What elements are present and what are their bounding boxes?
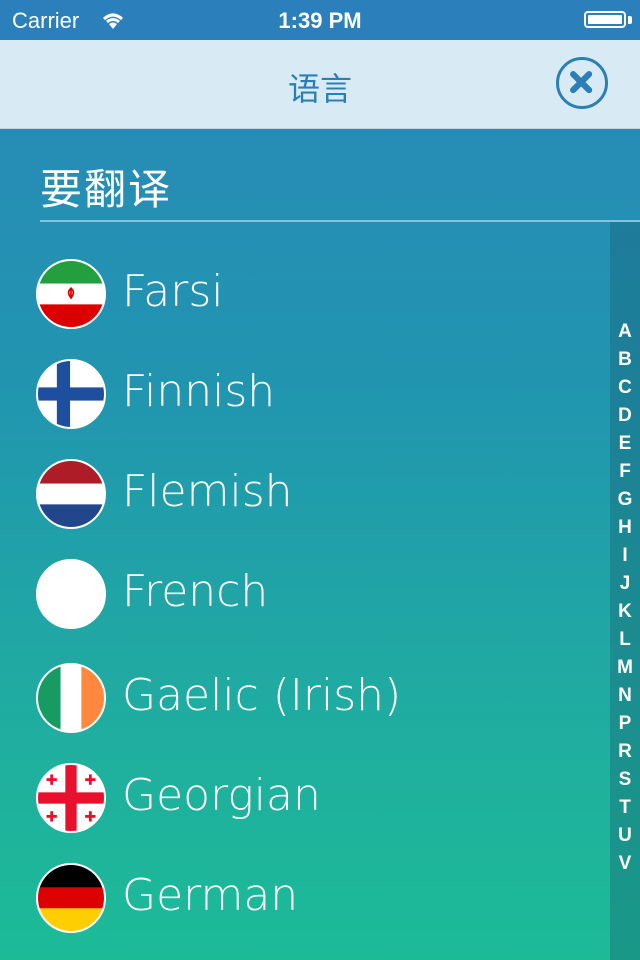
list-item-georgian[interactable]: Georgian (0, 748, 610, 848)
index-letter-t[interactable]: T (610, 794, 640, 822)
index-letter-i[interactable]: I (610, 542, 640, 570)
iran-flag-icon (36, 259, 106, 329)
list-item-label: Gaelic (Irish) (122, 670, 402, 721)
index-letter-d[interactable]: D (610, 402, 640, 430)
status-bar: Carrier 1:39 PM (0, 0, 640, 40)
index-letter-e[interactable]: E (610, 430, 640, 458)
language-list[interactable]: Farsi Finnish Flemish French Gaelic (Iri… (0, 222, 610, 960)
battery-tip (628, 16, 632, 24)
status-time: 1:39 PM (278, 8, 362, 33)
index-letter-f[interactable]: F (610, 458, 640, 486)
index-letter-u[interactable]: U (610, 822, 640, 850)
index-letter-c[interactable]: C (610, 374, 640, 402)
ireland-flag-icon (36, 663, 106, 733)
index-letter-b[interactable]: B (610, 346, 640, 374)
list-item-gaelic[interactable]: Gaelic (Irish) (0, 648, 610, 748)
finland-flag-icon (36, 359, 106, 429)
index-letter-j[interactable]: J (610, 570, 640, 598)
list-item-label: French (122, 566, 269, 617)
list-item-label: Farsi (122, 266, 224, 317)
close-button[interactable] (556, 57, 608, 109)
list-item-label: Flemish (122, 466, 293, 517)
netherlands-flag-icon (36, 459, 106, 529)
index-letter-a[interactable]: A (610, 318, 640, 346)
index-letter-p[interactable]: P (610, 710, 640, 738)
index-letter-g[interactable]: G (610, 486, 640, 514)
index-letters: ABCDEFGHIJKLMNPRSTUV (610, 318, 640, 878)
list-item-finnish[interactable]: Finnish (0, 344, 610, 444)
page-title: 语言 (287, 71, 352, 107)
battery-icon (584, 11, 626, 28)
germany-flag-icon (36, 863, 106, 933)
index-letter-h[interactable]: H (610, 514, 640, 542)
georgia-flag-icon (36, 763, 106, 833)
nav-bar: 语言 (0, 40, 640, 129)
index-letter-k[interactable]: K (610, 598, 640, 626)
list-item-label: Georgian (122, 770, 321, 821)
section-title: 要翻译 (40, 166, 173, 213)
index-letter-v[interactable]: V (610, 850, 640, 878)
list-item-french[interactable]: French (0, 544, 610, 644)
list-item-farsi[interactable]: Farsi (0, 244, 610, 344)
index-letter-n[interactable]: N (610, 682, 640, 710)
alphabet-index[interactable]: ABCDEFGHIJKLMNPRSTUV (610, 222, 640, 960)
blank-flag-icon (36, 559, 106, 629)
list-item-label: Finnish (122, 366, 276, 417)
section-header: 要翻译 (40, 156, 640, 222)
index-letter-l[interactable]: L (610, 626, 640, 654)
list-item-flemish[interactable]: Flemish (0, 444, 610, 544)
index-letter-s[interactable]: S (610, 766, 640, 794)
list-item-german[interactable]: German (0, 848, 610, 948)
index-letter-r[interactable]: R (610, 738, 640, 766)
list-item-partial[interactable] (0, 222, 610, 237)
close-icon (570, 71, 593, 94)
list-item-label: German (122, 870, 299, 921)
index-letter-m[interactable]: M (610, 654, 640, 682)
